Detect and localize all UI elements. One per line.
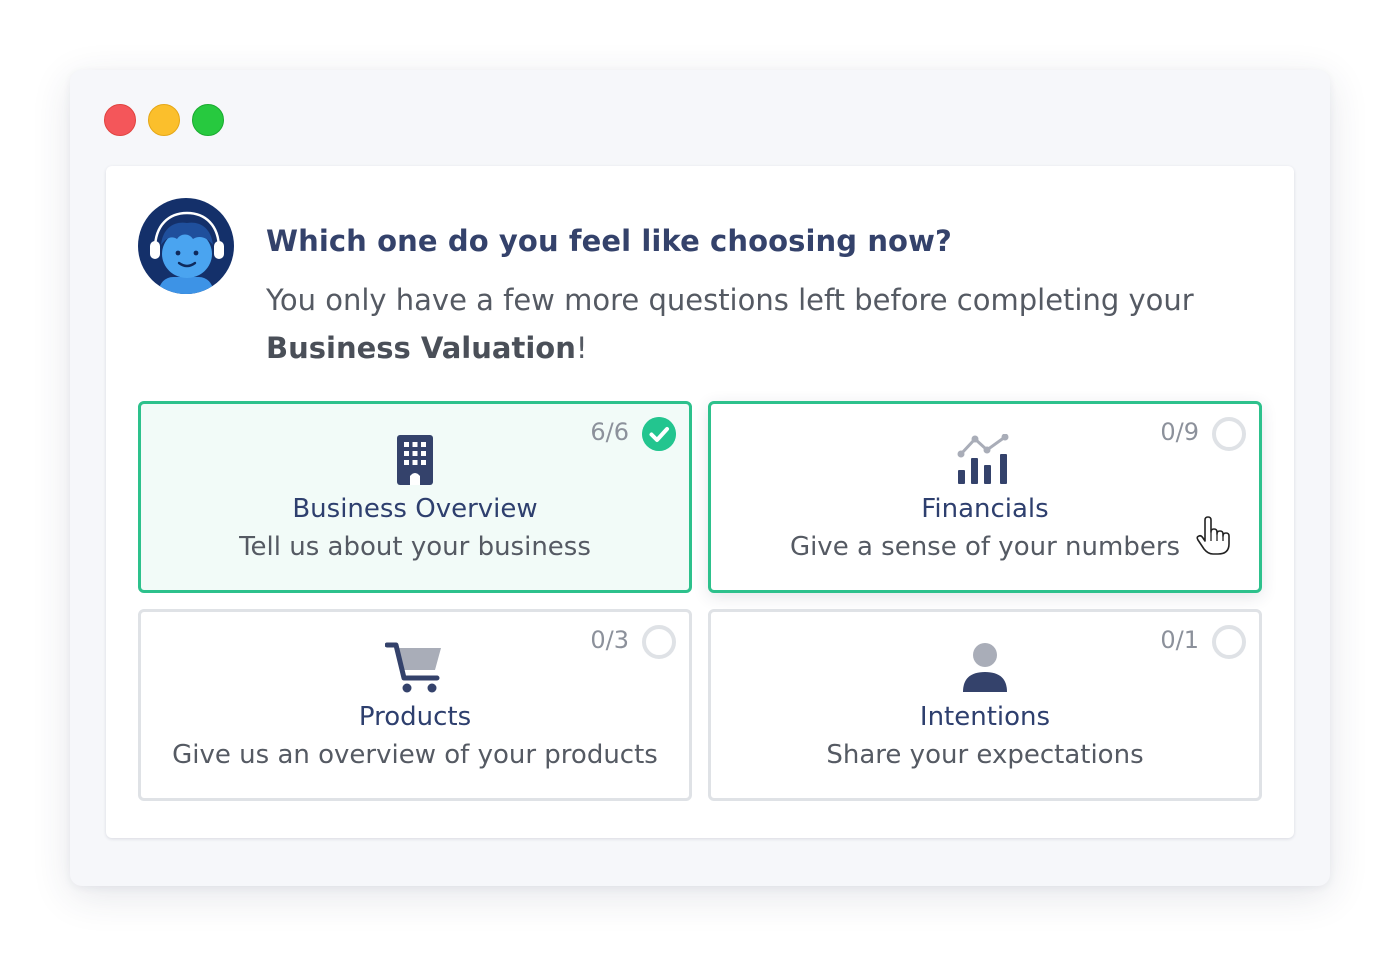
maximize-window-button[interactable]: [192, 104, 224, 136]
incomplete-status-icon: [1212, 625, 1246, 659]
subtitle-suffix: !: [575, 331, 588, 365]
assistant-avatar: [138, 198, 234, 294]
card-products[interactable]: 0/3 Products Give us an overview of your…: [138, 609, 692, 801]
card-financials[interactable]: 0/9 Financials Give a sense of your numb…: [708, 401, 1262, 593]
cart-icon: [385, 642, 441, 693]
person-icon: [963, 643, 1007, 692]
incomplete-status-icon: [642, 625, 676, 659]
card-title: Products: [358, 702, 472, 732]
question-heading: Which one do you feel like choosing now?: [266, 224, 952, 258]
card-description: Give a sense of your numbers: [789, 532, 1181, 562]
card-description: Give us an overview of your products: [172, 740, 658, 770]
hand-pointer-cursor-icon: [1196, 516, 1230, 555]
subtitle-emphasis: Business Valuation: [266, 331, 576, 365]
card-title: Business Overview: [292, 494, 538, 524]
app-window: Which one do you feel like choosing now?…: [70, 70, 1330, 886]
progress-count: 0/3: [590, 626, 629, 654]
chart-icon: [957, 434, 1009, 484]
completed-check-icon: [642, 417, 676, 451]
card-description: Tell us about your business: [239, 532, 591, 562]
card-title: Intentions: [919, 702, 1051, 732]
progress-count: 0/9: [1160, 418, 1199, 446]
card-intentions[interactable]: 0/1 Intentions Share your expectations: [708, 609, 1262, 801]
subtitle-prefix: You only have a few more questions left …: [266, 283, 1194, 317]
subtitle-text: You only have a few more questions left …: [266, 276, 1226, 372]
card-description: Share your expectations: [826, 740, 1144, 770]
close-window-button[interactable]: [104, 104, 136, 136]
progress-count: 6/6: [590, 418, 629, 446]
content-panel: Which one do you feel like choosing now?…: [106, 166, 1294, 838]
card-title: Financials: [921, 494, 1049, 524]
card-business-overview[interactable]: 6/6 Business Overview Tell us about your…: [138, 401, 692, 593]
building-icon: [397, 435, 433, 485]
minimize-window-button[interactable]: [148, 104, 180, 136]
progress-count: 0/1: [1160, 626, 1199, 654]
incomplete-status-icon: [1212, 417, 1246, 451]
